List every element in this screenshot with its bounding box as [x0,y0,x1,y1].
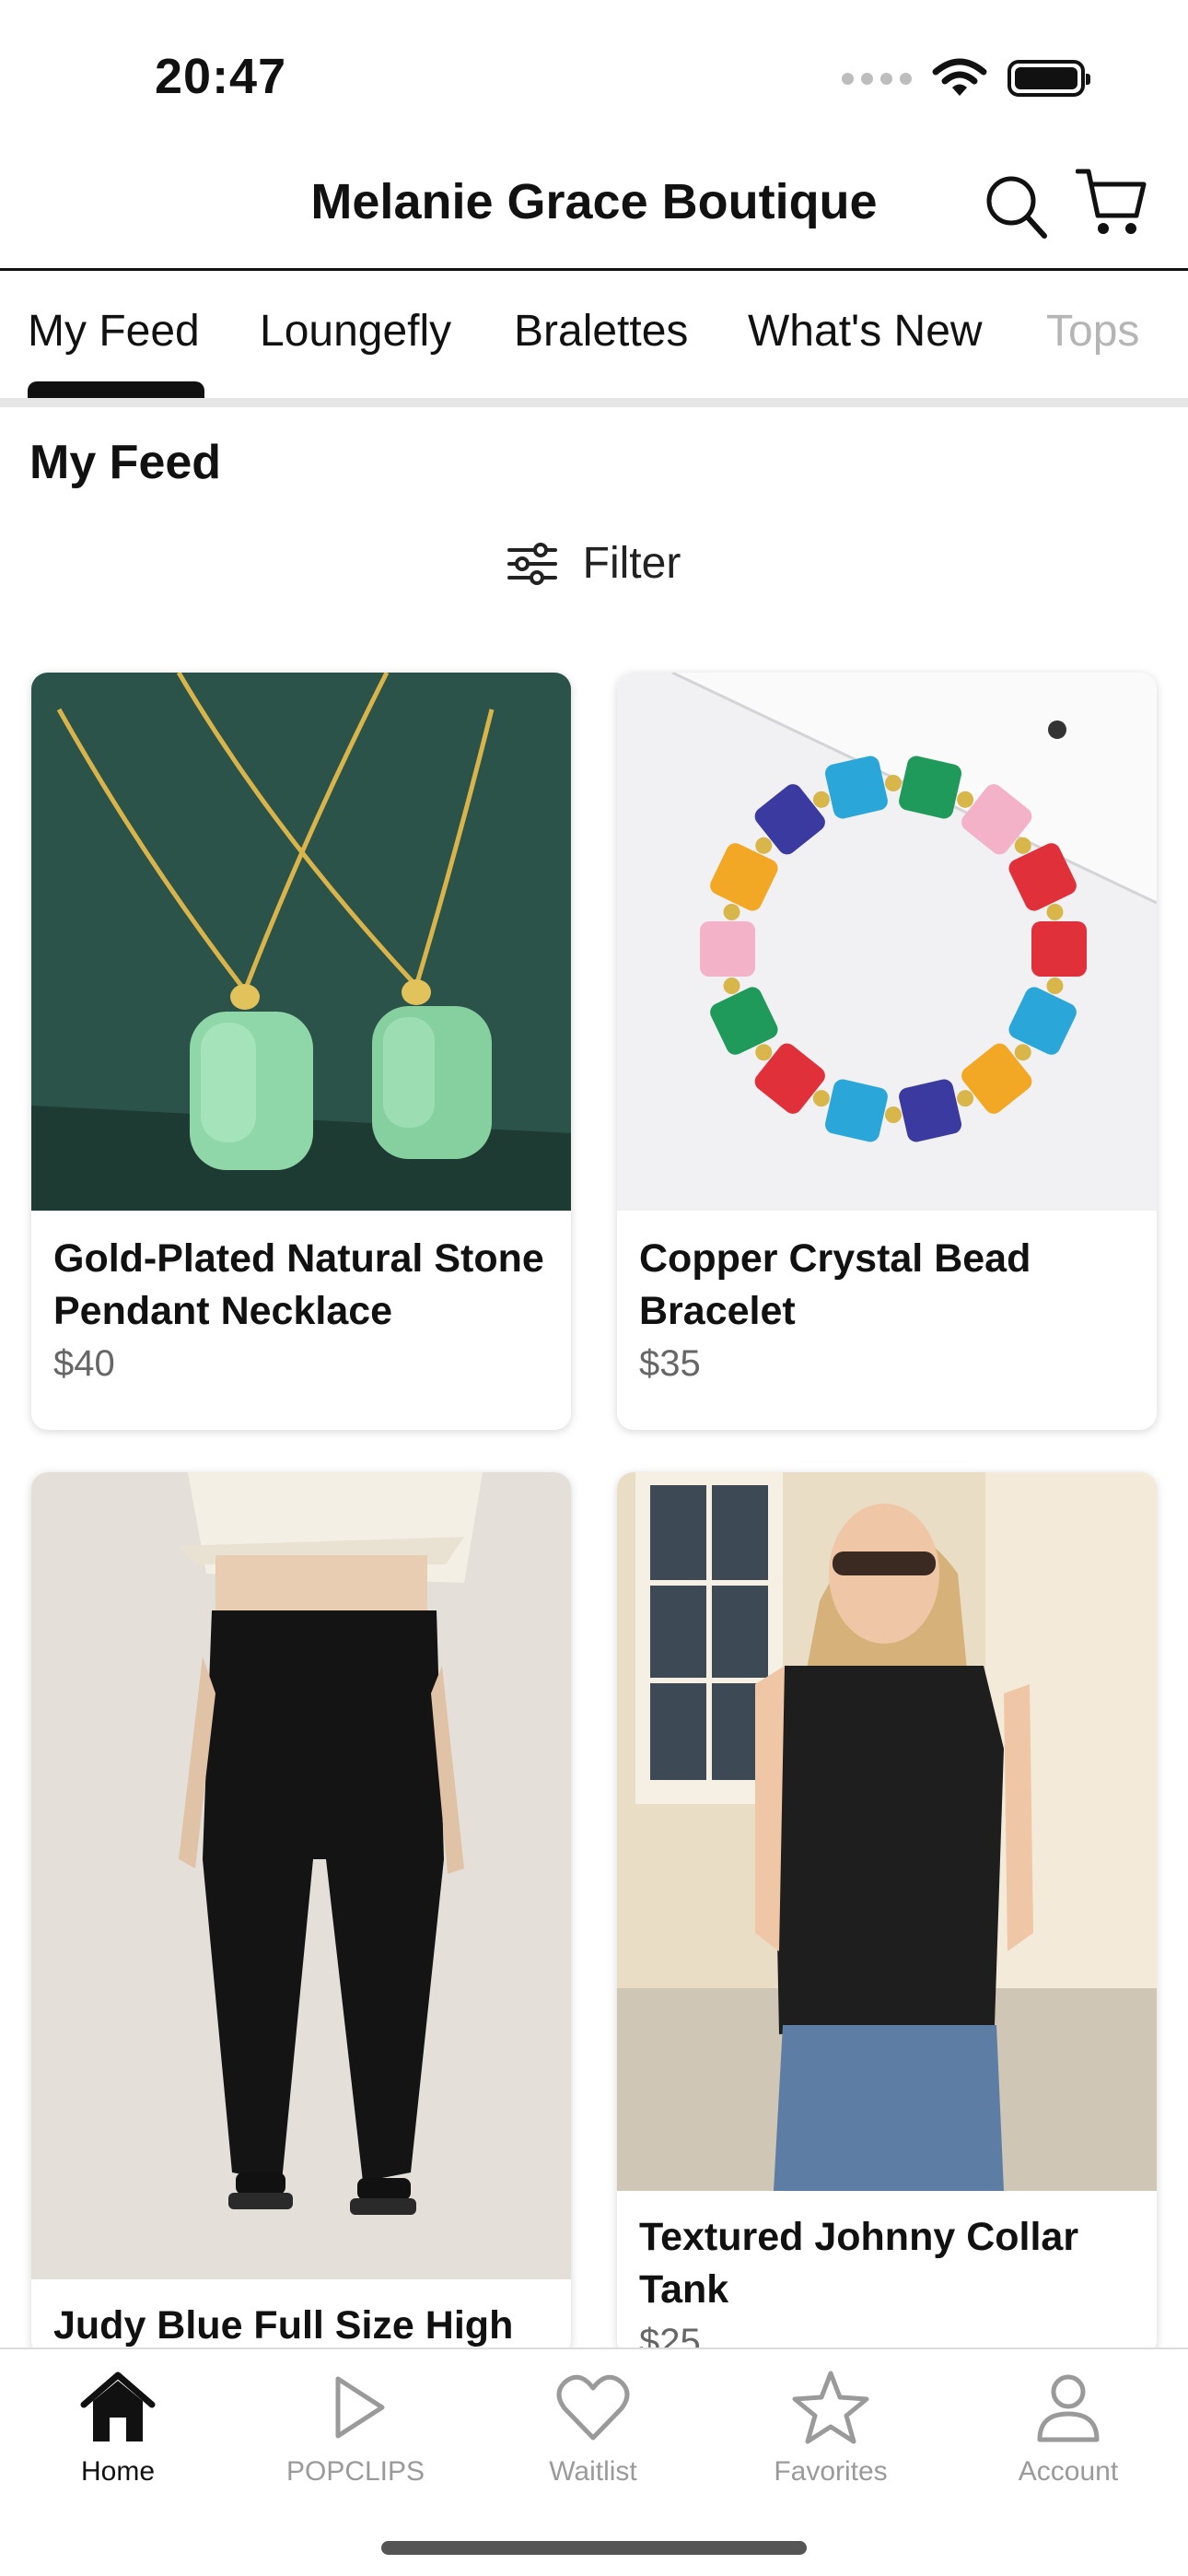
app-header: Melanie Grace Boutique [0,147,1188,271]
product-price: $35 [639,1343,701,1384]
product-card[interactable]: Gold-Plated Natural Stone Pendant Neckla… [31,673,571,1430]
product-title[interactable]: Judy Blue Full Size High [53,2300,549,2352]
wifi-icon [932,58,987,96]
cellular-signal-icon [842,72,912,85]
product-title[interactable]: Gold-Plated Natural Stone Pendant Neckla… [53,1233,549,1338]
status-icons [842,57,1090,100]
product-image[interactable] [617,673,1157,1211]
status-bar: 20:47 [0,0,1188,147]
product-image[interactable] [31,1472,571,2279]
category-tabs: My Feed Loungefly Bralettes What's New T… [0,273,1188,407]
active-tab-indicator [28,381,204,398]
product-card[interactable]: Textured Johnny Collar Tank $25 [617,1472,1157,2357]
nav-waitlist[interactable]: Waitlist [492,2366,694,2488]
filter-label: Filter [582,539,681,588]
product-card[interactable]: Judy Blue Full Size High [31,1472,571,2357]
cart-icon[interactable] [1076,166,1147,240]
tab-my-feed[interactable]: My Feed [28,306,200,357]
tab-whats-new[interactable]: What's New [748,306,983,357]
star-icon [792,2371,869,2444]
play-icon [335,2376,385,2439]
nav-label: POPCLIPS [285,2456,425,2487]
tab-loungefly[interactable]: Loungefly [260,306,451,357]
product-image[interactable] [31,673,571,1211]
nav-account[interactable]: Account [967,2366,1170,2488]
product-price: $40 [53,1343,115,1384]
product-title[interactable]: Textured Johnny Collar Tank [639,2211,1135,2316]
sliders-icon [507,542,557,585]
product-image[interactable] [617,1472,1157,2191]
product-title[interactable]: Copper Crystal Bead Bracelet [639,1233,1135,1338]
status-time: 20:47 [155,49,287,104]
filter-button[interactable]: Filter [0,538,1188,589]
nav-label: Favorites [774,2456,888,2487]
battery-icon [1007,60,1090,97]
product-card[interactable]: Copper Crystal Bead Bracelet $35 [617,673,1157,1430]
nav-popclips[interactable]: POPCLIPS [254,2366,457,2488]
home-icon [80,2371,156,2441]
nav-home[interactable]: Home [17,2366,219,2488]
nav-label: Home [80,2456,156,2487]
search-icon[interactable] [984,171,1048,240]
nav-favorites[interactable]: Favorites [729,2366,932,2488]
tab-bralettes[interactable]: Bralettes [514,306,688,357]
heart-icon [556,2374,630,2441]
home-indicator [381,2541,807,2555]
nav-label: Account [1018,2456,1119,2487]
person-icon [1037,2374,1100,2442]
tab-tops[interactable]: Tops [1046,306,1139,357]
nav-label: Waitlist [549,2456,637,2487]
page-title: My Feed [29,436,222,489]
